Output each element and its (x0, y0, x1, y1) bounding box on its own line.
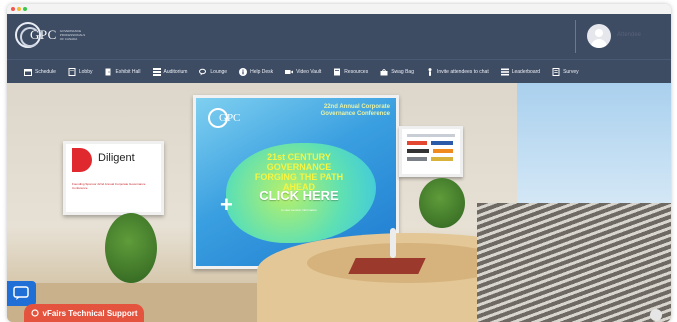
nav-label: Auditorium (163, 68, 188, 75)
click-here-button[interactable]: CLICK HERE (258, 188, 340, 203)
diligent-logo-icon (72, 148, 92, 172)
sponsor-name: Diligent (98, 152, 135, 164)
logo-tile (431, 157, 453, 161)
nav-survey[interactable]: Survey (552, 67, 579, 76)
plant-right (419, 178, 465, 228)
logo-tile (407, 149, 429, 153)
headline: 21st CENTURY GOVERNANCE FORGING THE PATH… (244, 152, 354, 192)
header-divider (575, 20, 576, 53)
nav-label: Swag Bag (391, 68, 414, 75)
logo-ring-icon (15, 22, 41, 48)
door-icon (105, 68, 111, 75)
auditorium-scene: Diligent Founding Sponsor 22nd Annual Co… (7, 83, 671, 322)
sponsor-screen[interactable]: Diligent Founding Sponsor 22nd Annual Co… (63, 141, 164, 215)
nav-schedule[interactable]: Schedule (24, 68, 56, 76)
logo-tile (407, 141, 427, 145)
nav-label: Invite attendees to chat (437, 68, 489, 75)
nav-label: Exhibit Hall (115, 68, 141, 75)
window-chrome (7, 4, 671, 14)
info-icon (239, 67, 248, 76)
accessibility-icon[interactable] (650, 309, 662, 321)
support-chat-icon (30, 309, 39, 317)
audience-seating (477, 203, 671, 322)
gpc-logo[interactable]: GPC GOVERNANCE PROFESSIONALS OF CANADA (15, 20, 89, 50)
person-icon (428, 67, 432, 76)
user-name[interactable]: Attendee (617, 32, 641, 38)
nav-invite-attendees[interactable]: Invite attendees to chat (426, 67, 489, 76)
nav-label: Lobby (78, 68, 93, 75)
logo-tile (407, 157, 427, 161)
app-window: GPC GOVERNANCE PROFESSIONALS OF CANADA A… (7, 4, 671, 322)
chat-icon (13, 286, 29, 300)
nav-help-desk[interactable]: Help Desk (239, 67, 274, 76)
nav-label: Resources (344, 68, 369, 75)
nav-resources[interactable]: Resources (333, 68, 368, 76)
survey-icon (552, 67, 560, 76)
nav-auditorium[interactable]: Auditorium (152, 67, 188, 76)
nav-label: Schedule (35, 68, 56, 75)
nav-label: Video Vault (296, 68, 322, 75)
technical-support-label: vFairs Technical Support (42, 308, 138, 318)
headline-line1: 21st CENTURY GOVERNANCE (266, 152, 332, 172)
nav-label: Lounge (210, 68, 228, 75)
building-icon (68, 67, 76, 76)
top-header: GPC GOVERNANCE PROFESSIONALS OF CANADA A… (7, 14, 671, 59)
speaker-figure (390, 228, 396, 258)
logo-tile (433, 149, 453, 153)
maximize-dot[interactable] (23, 7, 27, 11)
nav-exhibit-hall[interactable]: Exhibit Hall (104, 68, 141, 76)
nav-label: Leaderboard (511, 68, 541, 75)
nav-video-vault[interactable]: Video Vault (285, 68, 321, 76)
screen-logo-text: GPC (219, 112, 241, 124)
nav-leaderboard[interactable]: Leaderboard (500, 68, 541, 76)
calendar-icon (24, 68, 32, 76)
grid-icon (152, 67, 161, 76)
sponsors-logo-screen[interactable] (399, 126, 463, 177)
bag-icon (380, 68, 388, 75)
plus-icon: + (220, 192, 233, 217)
close-dot[interactable] (11, 7, 15, 11)
logo-row (407, 134, 455, 137)
nav-label: Help Desk (250, 68, 274, 75)
screen-logo: GPC (208, 108, 240, 128)
scene-windows (517, 83, 671, 213)
minimize-dot[interactable] (17, 7, 21, 11)
list-icon (500, 68, 509, 75)
logo-tile (431, 141, 453, 145)
book-icon (334, 68, 341, 75)
chat-button[interactable] (7, 281, 36, 306)
event-title: 22nd Annual Corporate Governance Confere… (320, 104, 390, 117)
sponsor-tagline: Founding Sponsor 22nd Annual Corporate G… (72, 182, 146, 190)
nav-lounge[interactable]: Lounge (199, 68, 227, 76)
plant-left (105, 213, 157, 283)
nav-label: Survey (563, 68, 579, 75)
user-avatar[interactable] (587, 24, 611, 48)
logo-subtitle: GOVERNANCE PROFESSIONALS OF CANADA (59, 29, 86, 41)
video-icon (285, 69, 294, 74)
click-here-subtext: to view session information (280, 208, 318, 212)
chat-bubbles-icon (199, 68, 207, 75)
stage-rug (348, 258, 426, 274)
nav-lobby[interactable]: Lobby (68, 67, 93, 76)
technical-support-button[interactable]: vFairs Technical Support (24, 304, 144, 322)
main-nav: Schedule Lobby Exhibit Hall Auditorium L… (7, 59, 671, 83)
nav-swag-bag[interactable]: Swag Bag (380, 68, 414, 76)
